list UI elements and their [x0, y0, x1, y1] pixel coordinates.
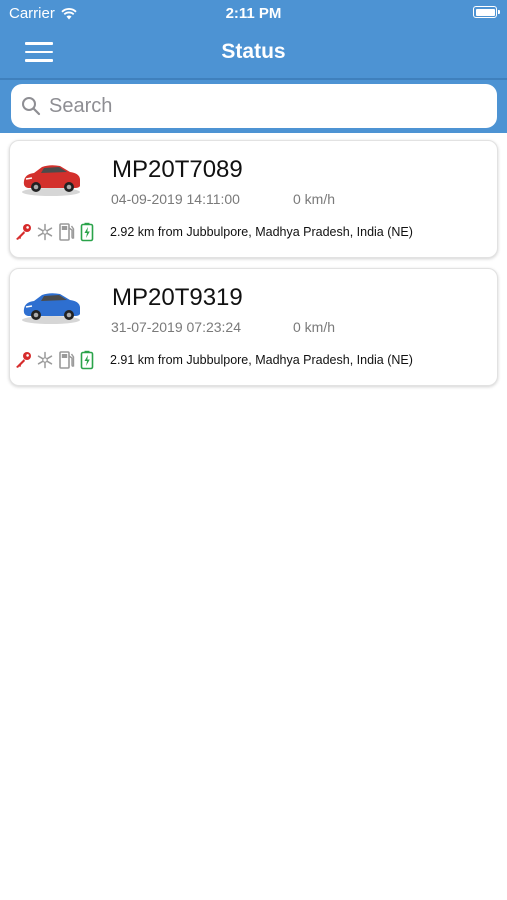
clock: 2:11 PM — [225, 5, 282, 22]
fuel-pump-icon — [59, 223, 75, 241]
vehicle-location: 2.92 km from Jubbulpore, Madhya Pradesh,… — [110, 225, 413, 239]
battery-icon — [473, 6, 500, 18]
vehicle-datetime: 04-09-2019 14:11:00 — [111, 191, 240, 207]
fuel-pump-icon — [59, 351, 75, 369]
ac-snowflake-icon — [37, 351, 53, 369]
battery-charging-icon — [80, 222, 94, 242]
vehicle-location: 2.91 km from Jubbulpore, Madhya Pradesh,… — [110, 353, 413, 367]
vehicle-card[interactable]: MP20T7089 04-09-2019 14:11:00 0 km/h 2.9… — [9, 140, 498, 258]
nav-bar: Status — [0, 28, 507, 78]
app-header: Carrier 2:11 PM Status — [0, 0, 507, 133]
vehicle-speed: 0 km/h — [293, 191, 336, 207]
ignition-key-icon — [16, 224, 31, 240]
search-bar[interactable] — [11, 84, 497, 128]
vehicle-card[interactable]: MP20T9319 31-07-2019 07:23:24 0 km/h 2.9… — [9, 268, 498, 386]
search-input[interactable] — [49, 94, 449, 118]
nav-divider — [0, 78, 507, 80]
car-icon — [22, 293, 80, 324]
battery-charging-icon — [80, 350, 94, 370]
vehicle-plate: MP20T7089 — [112, 156, 243, 183]
vehicle-status-icons — [14, 350, 94, 370]
search-icon — [22, 97, 41, 116]
vehicle-datetime: 31-07-2019 07:23:24 — [111, 319, 241, 335]
page-title: Status — [221, 40, 286, 63]
car-icon — [22, 165, 80, 196]
status-bar: Carrier 2:11 PM — [0, 0, 507, 28]
ignition-key-icon — [16, 352, 31, 368]
ac-snowflake-icon — [37, 223, 53, 241]
vehicle-speed: 0 km/h — [293, 319, 336, 335]
vehicle-plate: MP20T9319 — [112, 284, 243, 311]
vehicle-status-icons — [14, 222, 94, 242]
